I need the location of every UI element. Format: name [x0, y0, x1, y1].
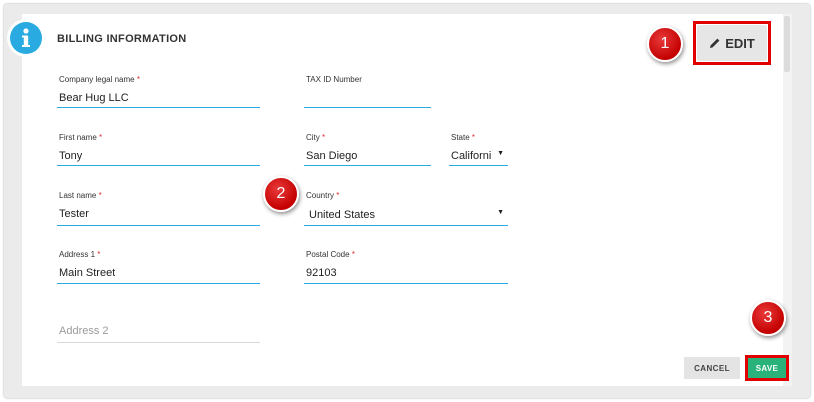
edit-button[interactable]: EDIT	[697, 25, 767, 61]
city-value: San Diego	[306, 150, 358, 162]
caret-down-icon: ▼	[497, 150, 504, 157]
city-label: City *	[306, 133, 326, 142]
country-label: Country *	[306, 191, 340, 200]
pencil-icon	[709, 37, 721, 49]
company-legal-name-label: Company legal name *	[59, 75, 140, 84]
input-underline	[57, 165, 260, 166]
input-underline	[304, 165, 431, 166]
last-name-label: Last name *	[59, 191, 102, 200]
country-value: United States	[309, 209, 376, 221]
cancel-button[interactable]: CANCEL	[684, 357, 740, 379]
first-name-label: First name *	[59, 133, 103, 142]
postal-code-value: 92103	[306, 267, 337, 279]
address1-field[interactable]: Address 1 * Main Street	[57, 250, 260, 284]
address1-value: Main Street	[59, 267, 116, 279]
scrollbar-thumb[interactable]	[784, 16, 790, 72]
input-underline	[304, 225, 508, 226]
callout-badge-1: 1	[647, 26, 683, 62]
input-underline	[304, 283, 508, 284]
tax-id-field[interactable]: TAX ID Number	[304, 75, 431, 108]
info-icon	[10, 22, 42, 54]
callout-badge-3: 3	[750, 300, 786, 336]
company-legal-name-value: Bear Hug LLC	[59, 92, 129, 104]
postal-code-label: Postal Code *	[306, 250, 355, 259]
first-name-field[interactable]: First name * Tony	[57, 133, 260, 166]
edit-button-label: EDIT	[725, 35, 755, 51]
state-select[interactable]: State * Californi ▼	[449, 133, 508, 166]
save-button[interactable]: SAVE	[748, 358, 786, 378]
input-underline	[57, 342, 260, 343]
input-underline	[57, 107, 260, 108]
section-title: BILLING INFORMATION	[57, 33, 187, 45]
address2-placeholder: Address 2	[59, 325, 109, 337]
input-underline	[57, 283, 260, 284]
address2-field[interactable]: Address 2	[57, 308, 260, 343]
callout-badge-2: 2	[263, 176, 299, 212]
tax-id-label: TAX ID Number	[306, 75, 362, 84]
last-name-value: Tester	[59, 208, 89, 220]
address1-label: Address 1 *	[59, 250, 101, 259]
city-field[interactable]: City * San Diego	[304, 133, 431, 166]
input-underline	[449, 165, 508, 166]
country-select[interactable]: Country * United States ▼	[304, 191, 508, 226]
postal-code-field[interactable]: Postal Code * 92103	[304, 250, 508, 284]
first-name-value: Tony	[59, 150, 83, 162]
input-underline	[304, 107, 431, 108]
caret-down-icon: ▼	[497, 209, 504, 216]
company-legal-name-field[interactable]: Company legal name * Bear Hug LLC	[57, 75, 260, 108]
input-underline	[57, 225, 260, 226]
last-name-field[interactable]: Last name * Tester	[57, 191, 260, 226]
state-label: State *	[451, 133, 476, 142]
state-value: Californi	[451, 150, 492, 162]
